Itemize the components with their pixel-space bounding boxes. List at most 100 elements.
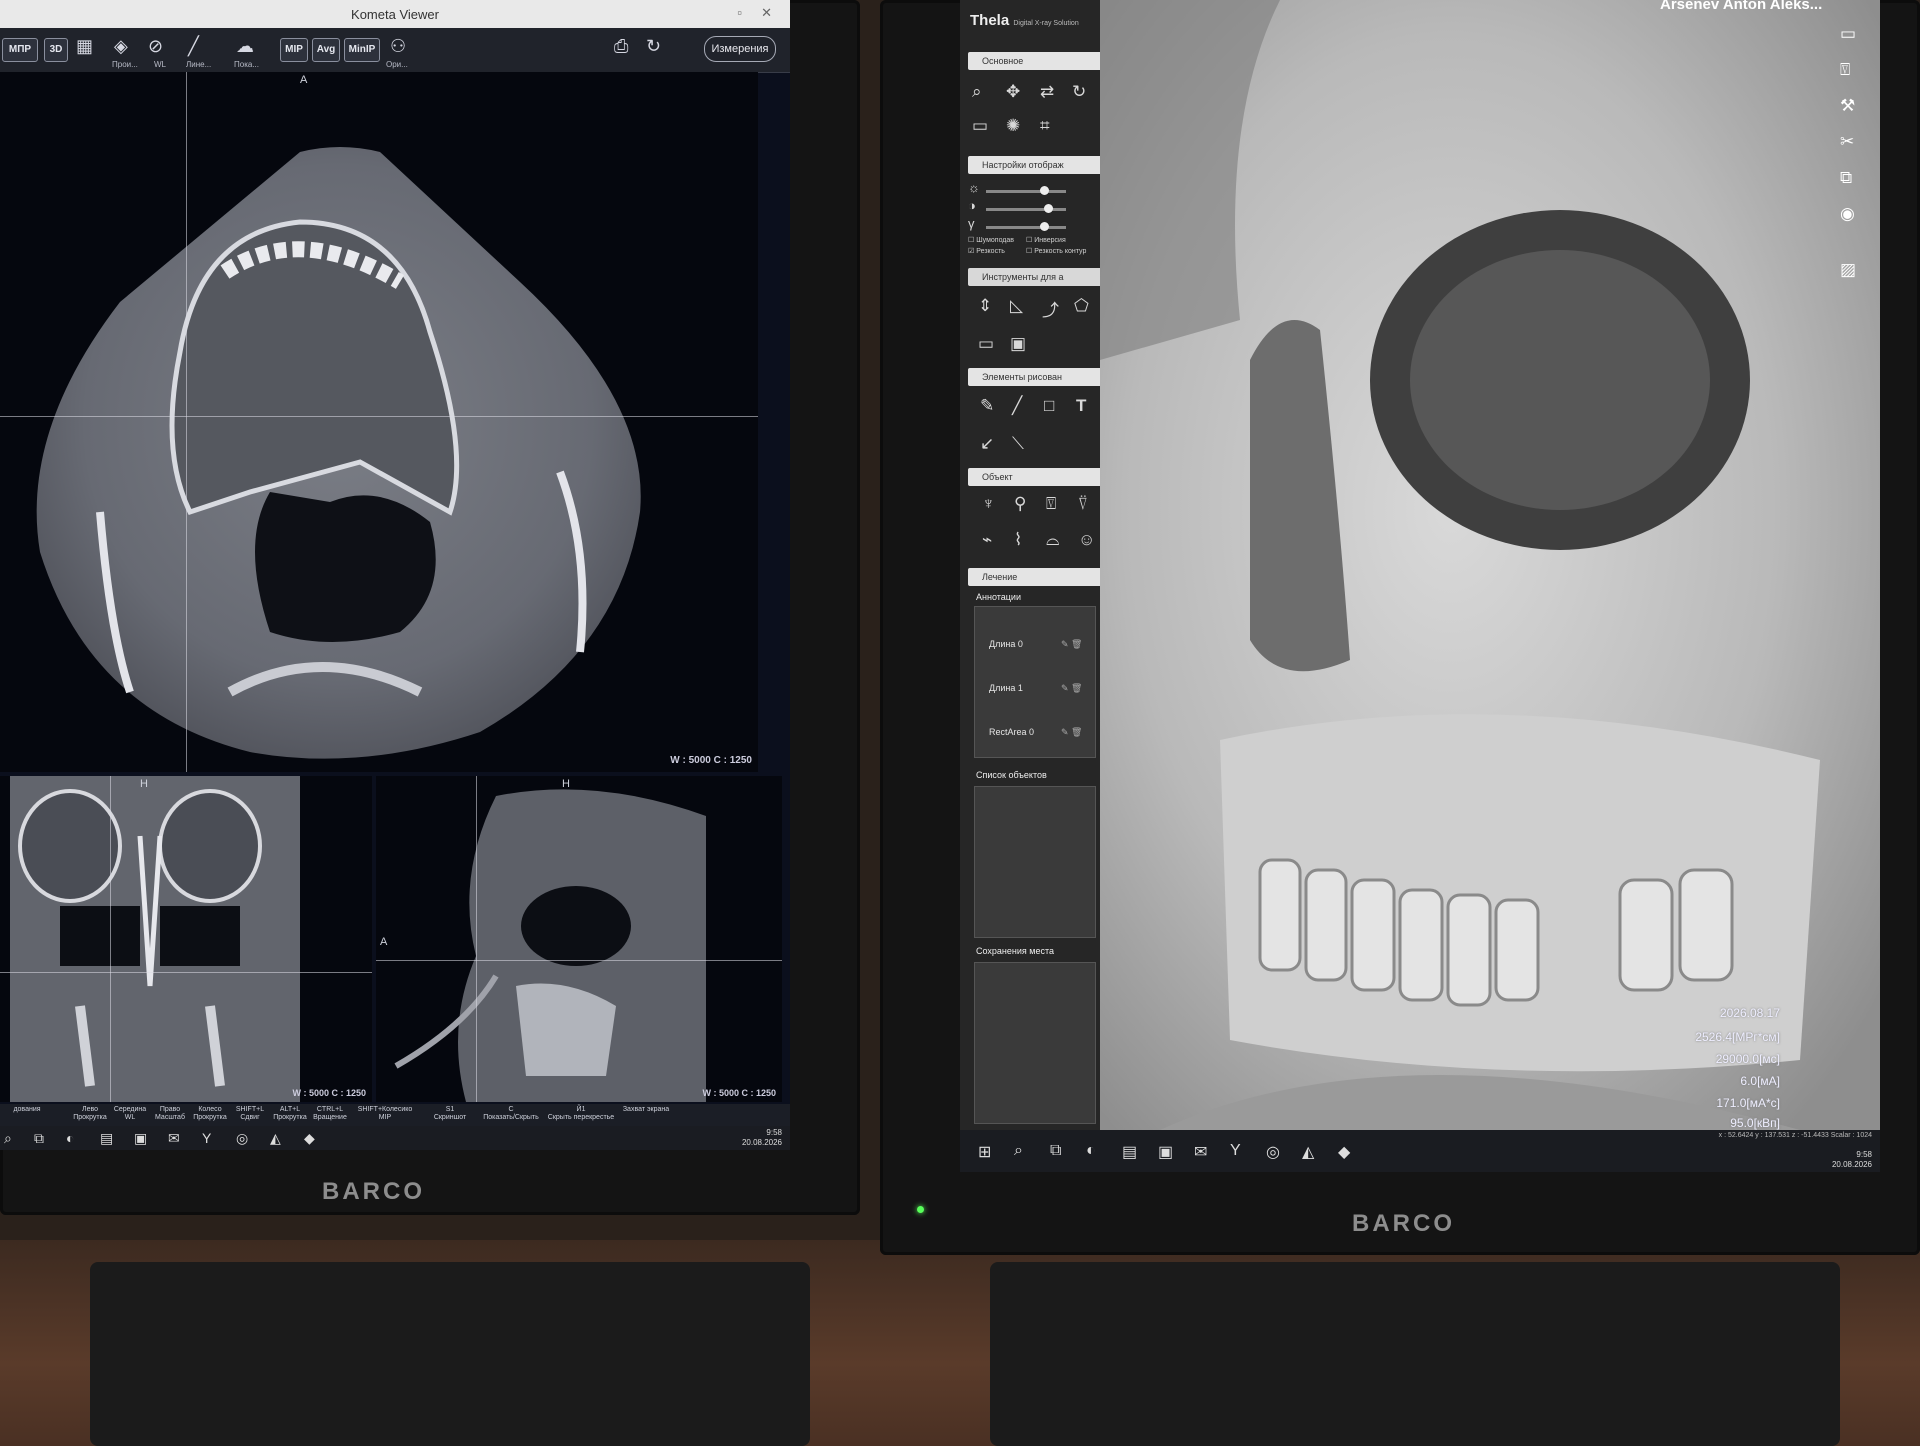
projection-icon[interactable]: ◈ <box>114 36 128 57</box>
app-y-icon[interactable]: Y <box>202 1130 211 1146</box>
close-icon[interactable]: ✕ <box>761 5 772 21</box>
denoise-checkbox[interactable]: ☐ Шумоподав <box>968 236 1014 244</box>
annotation-item[interactable]: Длина 1 <box>989 683 1023 693</box>
section-object[interactable]: Объект <box>968 468 1108 486</box>
image-icon[interactable]: ▨ <box>1840 260 1856 280</box>
window-level-icon[interactable]: ⊘ <box>148 36 163 57</box>
edit-delete-icon[interactable]: ✎ 🗑 <box>1061 727 1082 738</box>
hu-icon[interactable]: ▣ <box>1010 334 1026 354</box>
edit-delete-icon[interactable]: ✎ 🗑 <box>1061 639 1082 650</box>
eye-icon[interactable]: ◉ <box>1840 204 1855 224</box>
section-basic[interactable]: Основное <box>968 52 1108 70</box>
3d-render-viewport[interactable]: Arsenev Anton Aleks... 2026.08.17 2526.4… <box>1100 0 1880 1130</box>
minip-button[interactable]: MinIP <box>344 38 380 62</box>
app-y-icon[interactable]: Y <box>1230 1142 1241 1160</box>
store-icon[interactable]: ▣ <box>1158 1142 1173 1162</box>
rotate-icon[interactable]: ↻ <box>1072 82 1086 102</box>
cut-view-icon[interactable]: ⚒ <box>1840 96 1855 116</box>
axial-viewport[interactable]: A W : 5000 C : 1250 <box>0 72 758 772</box>
window-icon[interactable]: ▭ <box>1840 24 1856 44</box>
mail-icon[interactable]: ✉ <box>168 1130 180 1147</box>
show-icon[interactable]: ☁ <box>236 36 254 57</box>
section-draw[interactable]: Элементы рисован <box>968 368 1108 386</box>
contrast-slider[interactable] <box>986 204 1066 213</box>
zoom-icon[interactable]: ⌕ <box>972 82 982 102</box>
task-view-icon[interactable]: ⧉ <box>34 1130 44 1147</box>
invert-checkbox[interactable]: ☐ Инверсия <box>1026 236 1066 244</box>
avg-button[interactable]: Avg <box>312 38 340 62</box>
section-treatment[interactable]: Лечение <box>968 568 1108 586</box>
annotation-item[interactable]: RectArea 0 <box>989 727 1034 737</box>
screenshot-icon[interactable]: ▭ <box>972 116 988 136</box>
sharp-contour-checkbox[interactable]: ☐ Резкость контур <box>1026 247 1086 255</box>
polygon-icon[interactable]: ⬠ <box>1074 296 1089 316</box>
grid-layout-icon[interactable]: ▦ <box>76 36 93 57</box>
measurements-button[interactable]: Измерения <box>704 36 776 62</box>
app-viewer-icon[interactable]: ◭ <box>1302 1142 1314 1162</box>
search-icon[interactable]: ⌕ <box>1014 1142 1023 1160</box>
mail-icon[interactable]: ✉ <box>1194 1142 1207 1162</box>
brightness-slider[interactable] <box>986 186 1066 195</box>
tooth-edit-icon[interactable]: ⍢ <box>1078 494 1088 514</box>
scissors-icon[interactable]: ✂ <box>1840 132 1854 152</box>
tooth-search-icon[interactable]: ⚲ <box>1014 494 1026 514</box>
3d-button[interactable]: 3D <box>44 38 68 62</box>
ruler-icon[interactable]: ⇕ <box>978 296 992 316</box>
text-icon[interactable]: T <box>1076 396 1086 416</box>
coronal-crosshair-horizontal[interactable] <box>0 972 372 973</box>
brightness-icon[interactable]: ✺ <box>1006 116 1020 136</box>
sagittal-viewport[interactable]: H A W : 5000 C : 1250 <box>376 776 782 1102</box>
app-theia-icon[interactable]: ◆ <box>1338 1142 1350 1162</box>
app-viewer-icon[interactable]: ◭ <box>270 1130 281 1147</box>
move-icon[interactable]: ⇄ <box>1040 82 1054 102</box>
coronal-viewport[interactable]: H W : 5000 C : 1250 <box>0 776 372 1102</box>
browser-icon[interactable]: ◐ <box>66 1130 74 1146</box>
store-icon[interactable]: ▣ <box>134 1130 147 1147</box>
app-target-icon[interactable]: ◎ <box>236 1130 248 1147</box>
explorer-icon[interactable]: ▤ <box>1122 1142 1137 1162</box>
tooth-icon[interactable]: ⍔ <box>1046 494 1056 514</box>
skull-icon[interactable]: ☺ <box>1078 530 1095 550</box>
section-display[interactable]: Настройки отображ <box>968 156 1108 174</box>
line-tool-icon[interactable]: ╱ <box>188 36 199 57</box>
area-icon[interactable]: ▭ <box>978 334 994 354</box>
crop-icon[interactable]: ⌗ <box>1040 116 1050 136</box>
maximize-icon[interactable]: ▫ <box>737 5 742 20</box>
angle-icon[interactable]: ◺ <box>1010 296 1023 316</box>
edit-delete-icon[interactable]: ✎ 🗑 <box>1061 683 1082 694</box>
crown-icon[interactable]: ⌓ <box>1046 530 1059 550</box>
sharpness-checkbox[interactable]: ☑ Резкость <box>968 247 1005 255</box>
section-tools[interactable]: Инструменты для а <box>968 268 1108 286</box>
polyline-icon[interactable]: ⟍ <box>1012 434 1024 454</box>
implant-icon[interactable]: ♆ <box>982 494 995 514</box>
start-icon[interactable]: ⊞ <box>978 1142 991 1162</box>
crosshair-horizontal[interactable] <box>0 416 758 417</box>
annotation-item[interactable]: Длина 0 <box>989 639 1023 649</box>
app-theia-icon[interactable]: ◆ <box>304 1130 315 1147</box>
curve-icon[interactable]: ⤴ <box>1042 296 1059 321</box>
sagittal-crosshair-horizontal[interactable] <box>376 960 782 961</box>
explorer-icon[interactable]: ▤ <box>100 1130 113 1147</box>
nerve-icon[interactable]: ⌁ <box>982 530 992 550</box>
sagittal-crosshair-vertical[interactable] <box>476 776 477 1102</box>
line-icon[interactable]: ╱ <box>1012 396 1022 416</box>
mpr-button[interactable]: МПР <box>2 38 38 62</box>
arrow-icon[interactable]: ↙ <box>980 434 994 454</box>
refresh-icon[interactable]: ↻ <box>646 36 661 57</box>
layers-icon[interactable]: ⧉ <box>1840 168 1852 188</box>
rectangle-icon[interactable]: □ <box>1044 396 1054 416</box>
orientation-icon[interactable]: ⚇ <box>390 36 406 57</box>
task-view-icon[interactable]: ⧉ <box>1050 1142 1061 1160</box>
print-icon[interactable]: ⎙ <box>614 36 628 57</box>
search-icon[interactable]: ⌕ <box>4 1130 12 1147</box>
app-target-icon[interactable]: ◎ <box>1266 1142 1280 1162</box>
browser-icon[interactable]: ◐ <box>1086 1142 1096 1160</box>
tooth-view-icon[interactable]: ⍔ <box>1840 60 1850 80</box>
crosshair-vertical[interactable] <box>186 72 187 772</box>
gamma-slider[interactable] <box>986 222 1066 231</box>
canal-icon[interactable]: ⌇ <box>1014 530 1022 550</box>
mip-button[interactable]: MIP <box>280 38 308 62</box>
pan-icon[interactable]: ✥ <box>1006 82 1020 102</box>
pencil-icon[interactable]: ✎ <box>980 396 994 416</box>
coronal-crosshair-vertical[interactable] <box>110 776 111 1102</box>
